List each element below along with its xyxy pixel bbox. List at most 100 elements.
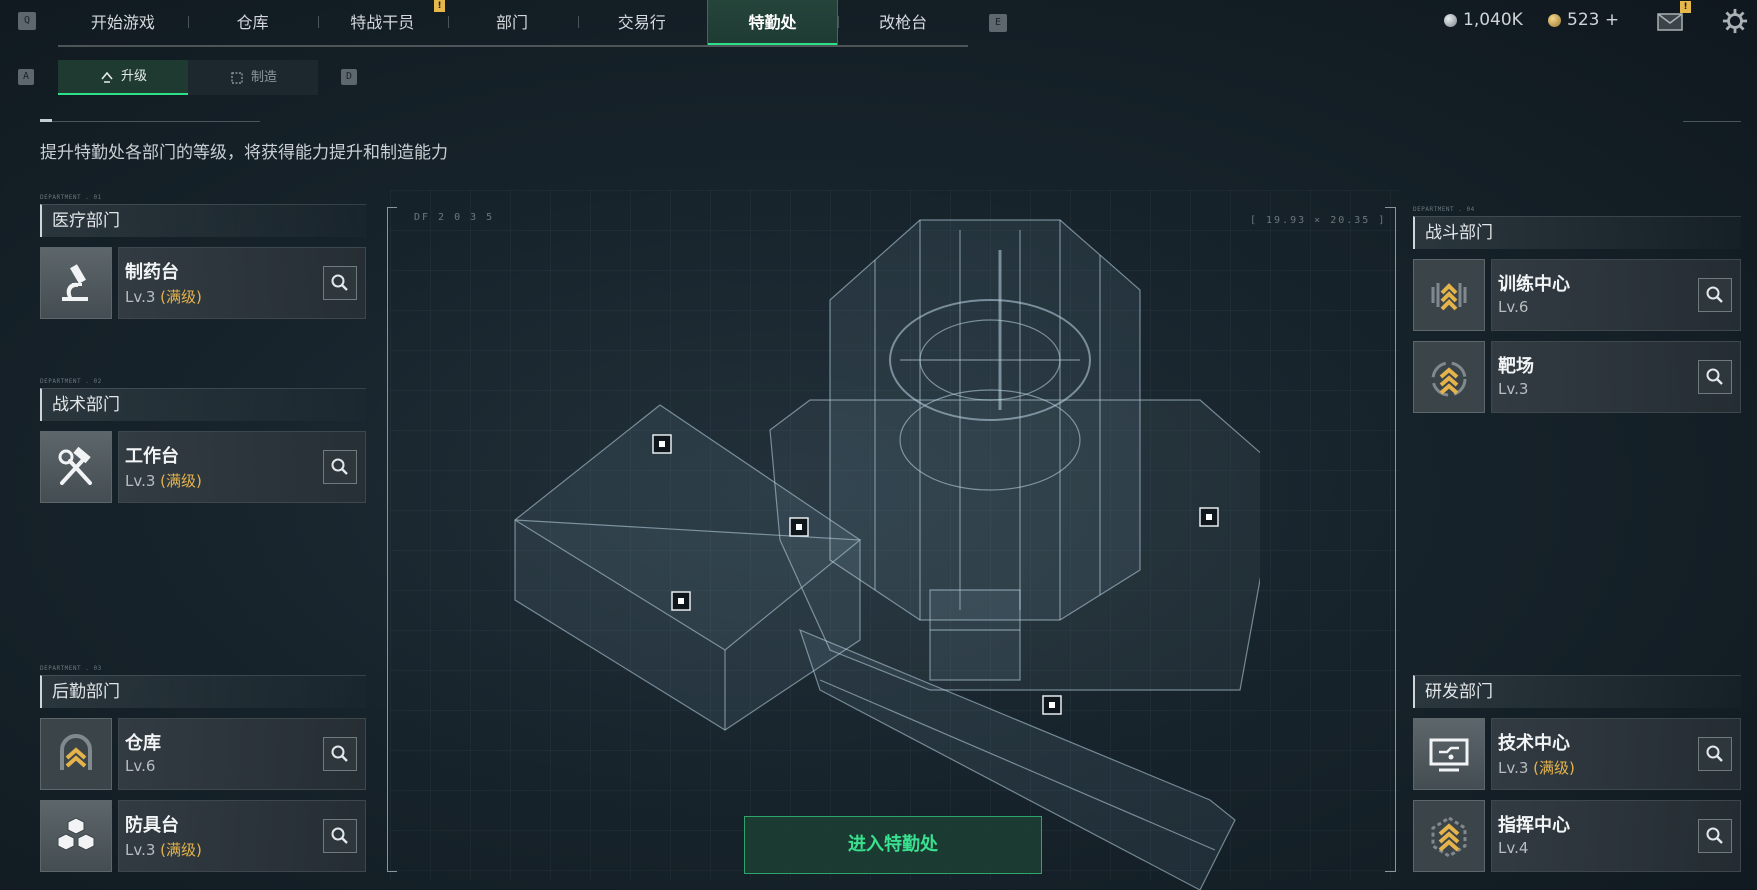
department-code: DEPARTMENT . 02 (40, 378, 102, 385)
tab-trading[interactable]: 交易行 (577, 0, 707, 45)
facility-level: Lv.6 (1498, 298, 1528, 316)
special-ops-building-model[interactable] (500, 210, 1260, 890)
main-tabs: 开始游戏 仓库 特战干员 部门 交易行 特勤处 改枪台 (58, 0, 968, 46)
subtab-label: 制造 (250, 70, 277, 85)
tab-operators[interactable]: 特战干员 (317, 0, 447, 45)
facility-card-shooting-range[interactable]: 靶场 Lv.3 (1413, 341, 1741, 413)
silver-coin-icon (1444, 13, 1457, 27)
department-medical: DEPARTMENT . 01 医疗部门 制药台 Lv.3 (满级) (40, 194, 366, 319)
hud-frame-right (1395, 207, 1396, 872)
department-research: 研发部门 技术中心 Lv.3 (满级) 指挥中心 Lv.4 (1413, 665, 1741, 872)
facility-card-workbench[interactable]: 工作台 Lv.3 (满级) (40, 431, 366, 503)
facility-card-training-center[interactable]: 训练中心 Lv.6 (1413, 259, 1741, 331)
facility-level: Lv.6 (125, 757, 155, 775)
facility-card-storage[interactable]: 仓库 Lv.6 (40, 718, 366, 790)
tab-gunsmith[interactable]: 改枪台 (838, 0, 968, 45)
inspect-button[interactable] (323, 450, 357, 484)
tab-divider (188, 16, 189, 28)
enter-special-ops-button[interactable]: 进入特勤处 (744, 816, 1042, 874)
level-value: Lv.4 (1498, 839, 1529, 857)
tabs-underline (58, 45, 968, 47)
gold-currency[interactable]: 523 + (1548, 10, 1619, 30)
level-value: Lv.3 (1498, 380, 1529, 398)
tab-start-game[interactable]: 开始游戏 (58, 0, 188, 45)
hud-frame-corner (1385, 871, 1395, 872)
facility-level: Lv.3 (满级) (1498, 757, 1575, 778)
department-code: DEPARTMENT . 04 (1413, 206, 1475, 213)
facility-card-command-center[interactable]: 指挥中心 Lv.4 (1413, 800, 1741, 872)
level-value: Lv.3 (1498, 759, 1529, 777)
card-info: 仓库 Lv.6 (118, 718, 366, 790)
inspect-button[interactable] (323, 819, 357, 853)
facility-level: Lv.3 (1498, 380, 1528, 398)
inspect-button[interactable] (323, 737, 357, 771)
subtab-label: 升级 (120, 69, 147, 84)
facility-card-armor-bench[interactable]: 防具台 Lv.3 (满级) (40, 800, 366, 872)
department-tactical: DEPARTMENT . 02 战术部门 工作台 Lv.3 (满级) (40, 378, 366, 503)
target-chevron-icon (1413, 341, 1485, 413)
next-tab-key-hint: E (989, 14, 1007, 32)
tab-divider (578, 16, 579, 28)
facility-name: 制药台 (125, 262, 179, 283)
search-icon (331, 827, 348, 844)
gear-icon[interactable] (1721, 8, 1749, 34)
inspect-button[interactable] (323, 266, 357, 300)
divider-line (1683, 121, 1741, 122)
tab-label: 改枪台 (879, 13, 928, 32)
level-value: Lv.6 (125, 757, 156, 775)
level-value: Lv.6 (1498, 298, 1529, 316)
hud-code: DF 2 0 3 5 (414, 212, 495, 223)
search-icon (331, 745, 348, 762)
department-code: DEPARTMENT . 01 (40, 194, 102, 201)
level-value: Lv.3 (125, 288, 156, 306)
inspect-button[interactable] (1698, 278, 1732, 312)
mail-notification-badge: ! (1680, 1, 1691, 13)
tab-label: 特勤处 (748, 13, 797, 32)
department-logistics: DEPARTMENT . 03 后勤部门 仓库 Lv.6 防具台 Lv.3 (满… (40, 665, 366, 872)
department-title: 医疗部门 (40, 204, 366, 237)
facility-card-pharmacy[interactable]: 制药台 Lv.3 (满级) (40, 247, 366, 319)
subtab-craft[interactable]: 制造 (188, 60, 318, 95)
divider-line (40, 121, 260, 122)
hud-frame-corner (387, 871, 397, 872)
tab-label: 交易行 (617, 13, 666, 32)
facility-level: Lv.3 (满级) (125, 470, 202, 491)
max-level-badge: (满级) (160, 288, 202, 306)
operators-notification-badge: ! (434, 0, 445, 12)
armor-cubes-icon (40, 800, 112, 872)
search-icon (1706, 368, 1723, 385)
microscope-icon (40, 247, 112, 319)
level-value: Lv.3 (125, 841, 156, 859)
inspect-button[interactable] (1698, 360, 1732, 394)
tab-divider (448, 16, 449, 28)
inspect-button[interactable] (1698, 737, 1732, 771)
tab-divider (838, 16, 839, 28)
tab-warehouse[interactable]: 仓库 (188, 0, 318, 45)
facility-name: 技术中心 (1498, 733, 1570, 754)
facility-level: Lv.4 (1498, 839, 1528, 857)
max-level-badge: (满级) (1533, 759, 1575, 777)
department-title: 后勤部门 (40, 675, 366, 708)
hammer-wrench-icon (40, 431, 112, 503)
silver-currency[interactable]: 1,040K (1444, 10, 1523, 30)
max-level-badge: (满级) (160, 841, 202, 859)
sub-tabs: 升级 制造 (58, 60, 318, 95)
max-level-badge: (满级) (160, 472, 202, 490)
card-info: 靶场 Lv.3 (1491, 341, 1741, 413)
facility-card-tech-center[interactable]: 技术中心 Lv.3 (满级) (1413, 718, 1741, 790)
card-info: 制药台 Lv.3 (满级) (118, 247, 366, 319)
gold-amount: 523 + (1567, 10, 1620, 30)
tab-divider (318, 16, 319, 28)
card-info: 指挥中心 Lv.4 (1491, 800, 1741, 872)
search-icon (331, 458, 348, 475)
search-icon (1706, 827, 1723, 844)
department-combat: DEPARTMENT . 04 战斗部门 训练中心 Lv.6 靶场 Lv.3 (1413, 206, 1741, 413)
tab-departments[interactable]: 部门 (447, 0, 577, 45)
tab-special-ops[interactable]: 特勤处 (706, 0, 839, 46)
inspect-button[interactable] (1698, 819, 1732, 853)
facility-name: 工作台 (125, 446, 179, 467)
subtab-upgrade[interactable]: 升级 (58, 60, 188, 95)
tab-label: 开始游戏 (90, 13, 155, 32)
top-navigation: Q 开始游戏 仓库 特战干员 部门 交易行 特勤处 改枪台 ! E 1,040K… (0, 0, 1757, 48)
command-chevron-icon (1413, 800, 1485, 872)
